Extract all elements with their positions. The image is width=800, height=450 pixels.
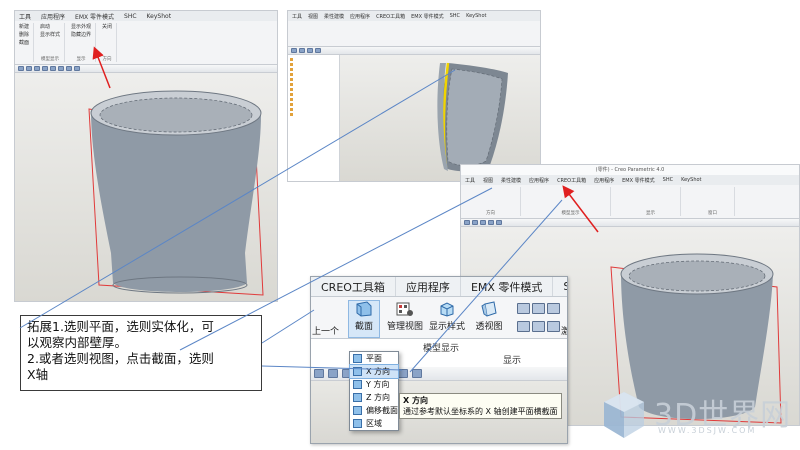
leader-line-to-top-right — [19, 69, 456, 329]
leader-line-to-menu — [261, 365, 403, 371]
leader-line-to-ribbon — [261, 309, 315, 344]
watermark-url: WWW.3DSJW.COM — [658, 426, 757, 435]
leader-line-to-mid-right — [179, 187, 493, 351]
leader-line-to-section-button — [409, 199, 563, 373]
red-arrow-mid-right — [562, 185, 599, 233]
red-arrow-top-left — [92, 46, 111, 89]
callout-arrows — [19, 46, 599, 373]
watermark-logo: 3D世界网 WWW.3DSJW.COM — [598, 388, 798, 444]
cube-logo-icon — [604, 392, 644, 438]
